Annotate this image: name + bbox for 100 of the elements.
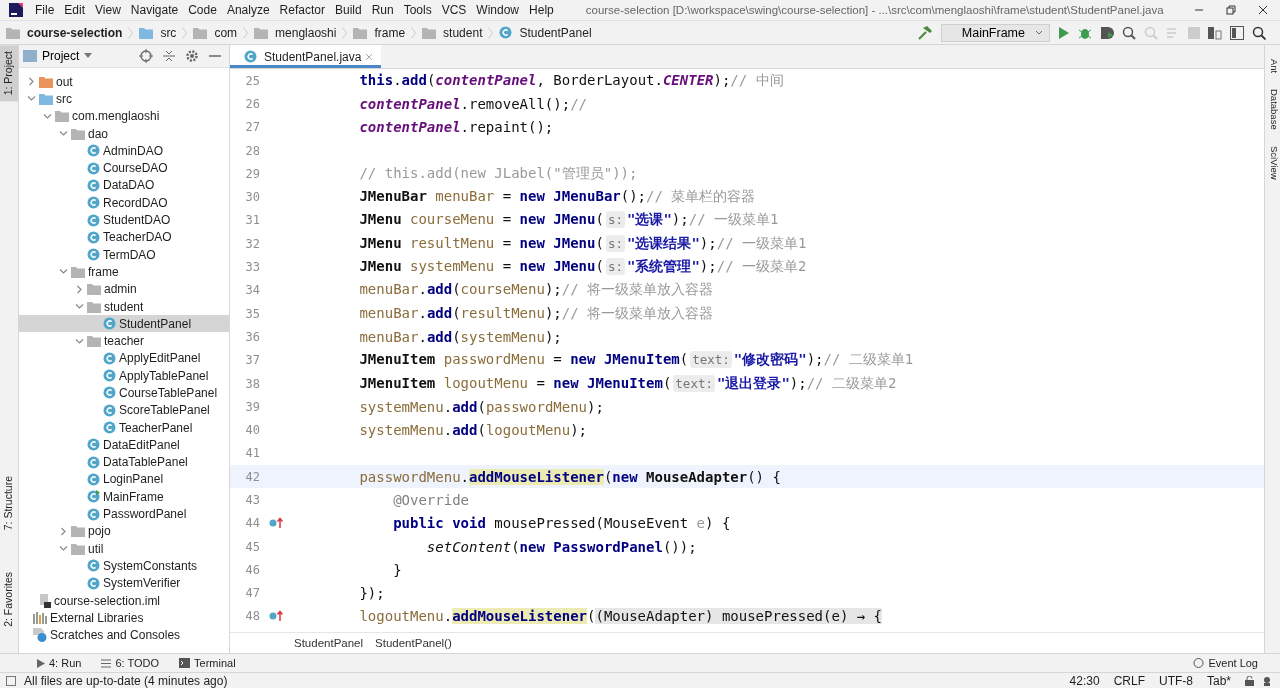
breadcrumb[interactable]: menglaoshi xyxy=(254,25,337,40)
tool-window-tab[interactable]: Database xyxy=(1265,89,1280,130)
code-line: contentPanel.removeAll();// xyxy=(358,95,587,112)
tree-item[interactable]: admin xyxy=(19,280,229,298)
chevron-right-icon[interactable] xyxy=(58,526,68,536)
restore-icon[interactable] xyxy=(1226,5,1236,15)
profiler-icon[interactable] xyxy=(1122,25,1136,40)
checkbox-icon[interactable] xyxy=(6,675,16,686)
tool-window-tab[interactable]: 6: TODO xyxy=(101,657,160,669)
chevron-right-icon[interactable] xyxy=(74,284,84,294)
indent-setting[interactable]: Tab* xyxy=(1206,673,1231,688)
chevron-right-icon[interactable] xyxy=(26,77,36,87)
menu-item[interactable]: View xyxy=(95,3,121,17)
breadcrumb[interactable]: student xyxy=(422,25,483,40)
tree-item[interactable]: RecordDAO xyxy=(19,194,229,212)
tree-item[interactable]: ApplyTablePanel xyxy=(19,367,229,385)
search-icon[interactable] xyxy=(1252,25,1266,40)
tree-item[interactable]: LoginPanel xyxy=(19,470,229,489)
tree-item[interactable]: pojo xyxy=(19,522,229,540)
tree-item[interactable]: course-selection.iml xyxy=(19,591,229,610)
menu-item[interactable]: Code xyxy=(188,3,217,17)
editor-tab[interactable]: StudentPanel.java xyxy=(230,45,382,68)
coverage-icon[interactable] xyxy=(1100,25,1114,40)
class-icon xyxy=(87,196,100,210)
hammer-icon[interactable] xyxy=(916,24,933,41)
editor-breadcrumb[interactable]: StudentPanel() xyxy=(375,637,452,649)
tree-item[interactable]: DataEditPanel xyxy=(19,436,229,454)
tool-window-tab[interactable]: 2: Favorites xyxy=(0,566,18,633)
line-separator[interactable]: CRLF xyxy=(1113,673,1145,688)
layout-icon[interactable] xyxy=(1230,25,1244,40)
close-icon[interactable] xyxy=(1258,5,1268,15)
caret-position[interactable]: 42:30 xyxy=(1069,673,1100,688)
breadcrumb[interactable]: src xyxy=(139,25,177,40)
menu-item[interactable]: Tools xyxy=(403,3,432,17)
chevron-down-icon[interactable] xyxy=(58,267,68,277)
tool-window-tab[interactable]: SciView xyxy=(1265,145,1280,180)
tree-item[interactable]: PasswordPanel xyxy=(19,505,229,523)
menu-item[interactable]: Navigate xyxy=(130,3,179,17)
tree-item[interactable]: MainFrame xyxy=(19,488,229,506)
menu-item[interactable]: Refactor xyxy=(279,3,325,17)
breadcrumb[interactable]: StudentPanel xyxy=(499,25,592,40)
override-marker-icon[interactable] xyxy=(269,610,283,623)
chevron-down-icon[interactable] xyxy=(58,544,68,554)
tree-item-label: ApplyEditPanel xyxy=(119,351,201,366)
tree-item-label: DataDAO xyxy=(103,178,155,193)
menu-item[interactable]: VCS xyxy=(441,3,467,17)
tool-window-tab[interactable]: 1: Project xyxy=(0,45,18,102)
breadcrumb[interactable]: com xyxy=(193,25,238,40)
menu-item[interactable]: File xyxy=(35,3,55,17)
collapse-all-icon[interactable] xyxy=(163,49,175,63)
tree-item[interactable]: CourseTablePanel xyxy=(19,384,229,402)
chevron-down-icon[interactable] xyxy=(74,302,84,311)
lock-icon[interactable] xyxy=(1245,675,1254,686)
editor-breadcrumb[interactable]: StudentPanel xyxy=(294,637,364,649)
tree-item[interactable]: AdminDAO xyxy=(19,142,229,160)
chevron-down-icon[interactable] xyxy=(74,336,84,346)
tree-item[interactable]: Scratches and Consoles xyxy=(19,626,229,644)
tree-item[interactable]: frame xyxy=(19,263,229,281)
tree-item[interactable]: dao xyxy=(19,124,229,143)
tool-window-tab[interactable]: Event Log xyxy=(1193,657,1258,669)
tree-item[interactable]: DataTablePanel xyxy=(19,453,229,471)
menu-item[interactable]: Run xyxy=(371,3,394,17)
menu-item[interactable]: Edit xyxy=(64,3,86,17)
tree-item[interactable]: External Libraries xyxy=(19,609,229,627)
file-encoding[interactable]: UTF-8 xyxy=(1158,673,1193,688)
tree-item[interactable]: com.menglaoshi xyxy=(19,107,229,125)
settings-icon[interactable] xyxy=(185,49,199,63)
menu-item[interactable]: Analyze xyxy=(226,3,270,17)
tree-item[interactable]: SystemConstants xyxy=(19,557,229,575)
tree-item[interactable]: SystemVerifier xyxy=(19,574,229,592)
tree-item[interactable]: ScoreTablePanel xyxy=(19,401,229,419)
tree-item[interactable]: TeacherDAO xyxy=(19,228,229,246)
run-icon[interactable] xyxy=(1058,25,1070,40)
locate-icon[interactable] xyxy=(139,49,153,63)
tree-item[interactable]: StudentDAO xyxy=(19,211,229,229)
override-marker-icon[interactable] xyxy=(269,517,283,530)
tool-window-tab[interactable]: Ant xyxy=(1265,59,1280,74)
tree-item[interactable]: TeacherPanel xyxy=(19,418,229,437)
class-icon xyxy=(87,507,100,521)
menu-item[interactable]: Build xyxy=(334,3,362,17)
code-line: setContent(new PasswordPanel()); xyxy=(425,538,697,555)
tree-item[interactable]: TermDAO xyxy=(19,245,229,264)
tree-item[interactable]: ApplyEditPanel xyxy=(19,349,229,368)
tree-item[interactable]: StudentPanel xyxy=(19,315,229,333)
tool-window-tab[interactable]: 4: Run xyxy=(37,657,82,669)
tree-item[interactable]: student xyxy=(19,297,229,316)
line-number: 35 xyxy=(244,306,260,321)
tree-item[interactable]: src xyxy=(19,90,229,108)
breadcrumb[interactable]: frame xyxy=(353,25,406,40)
breadcrumb[interactable]: course-selection xyxy=(6,25,123,40)
tree-item[interactable]: CourseDAO xyxy=(19,159,229,177)
menu-item[interactable]: Help xyxy=(529,3,554,17)
tree-item[interactable]: util xyxy=(19,540,229,558)
tree-item[interactable]: out xyxy=(19,73,229,91)
tool-window-tab[interactable]: 7: Structure xyxy=(0,469,18,537)
tree-item[interactable]: teacher xyxy=(19,332,229,350)
menu-item[interactable]: Window xyxy=(476,3,520,17)
run-configuration-dropdown[interactable]: MainFrame xyxy=(940,23,1050,42)
tree-item[interactable]: DataDAO xyxy=(19,176,229,195)
tool-window-tab[interactable]: Terminal xyxy=(179,657,236,669)
